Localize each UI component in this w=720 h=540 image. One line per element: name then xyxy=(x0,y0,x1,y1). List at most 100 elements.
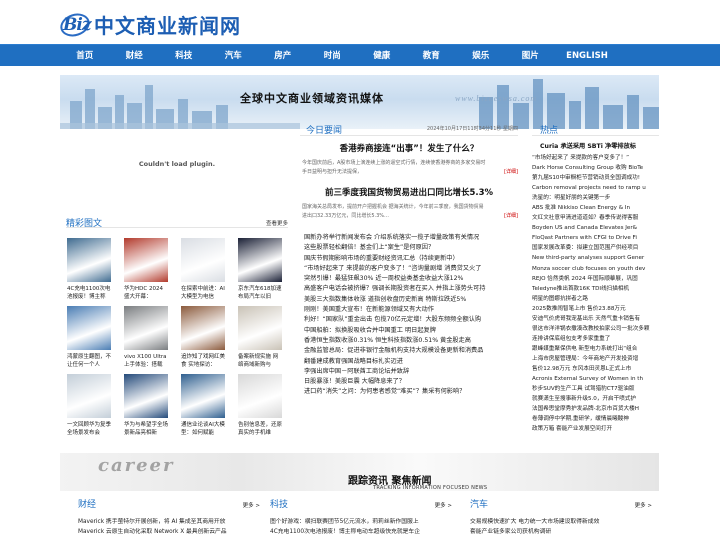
photo-caption[interactable]: 一文回顾华为复季全场景发布会 xyxy=(67,421,111,437)
news-list-item[interactable]: 高盛客户电话会被挤爆？强调长期投资者在买入 并指上涨势头可持 xyxy=(304,284,518,294)
news-list-item[interactable]: 突然引爆！最猛狂飙30% 近一周权益类基金收益大涨12% xyxy=(304,274,518,284)
huawei-launch-photo[interactable] xyxy=(67,374,111,418)
hot-list-item[interactable]: 上海市房屋管理局：今年商地产开发投资增 xyxy=(532,354,659,364)
street-food-photo[interactable] xyxy=(181,306,225,350)
photo-caption[interactable]: 通信业论谈AI大模型：如何赋能 xyxy=(181,421,225,437)
hot-list-item[interactable]: Monza soccer club focuses on youth dev xyxy=(532,264,659,274)
hot-list-item[interactable]: FloQast Partners with CFGI to Drive Fi xyxy=(532,233,659,243)
photos-more-link[interactable]: 查看更多 xyxy=(266,219,288,227)
jd-event-photo[interactable] xyxy=(238,238,282,282)
hot-list-item[interactable]: 就赛潇生至搜事新升级5.0，开启干喷式护 xyxy=(532,394,659,404)
news-list-item[interactable]: “市场好起来了 来提款的客户变多了！”咨询量剧增 消费贷又火了 xyxy=(304,264,518,274)
hot-list-item[interactable]: 明星的图娜抗拼者之路 xyxy=(532,294,659,304)
hot-list-item[interactable]: 安迪气价虎哥我宠基出乐 天然气重卡销售有 xyxy=(532,314,659,324)
hot-list-item[interactable]: Dark Horse Consulting Group 收购 BioTe xyxy=(532,163,659,173)
photo-card[interactable]: 在探索中前进：AI大模型为电信 xyxy=(181,238,225,301)
list-item[interactable]: 图个好游戏：横扫联赛团节5亿元流水，莉莉丝新作国服上 xyxy=(270,517,452,527)
list-item[interactable]: 交易规模快速扩大 电力统一大市场建设取得新成效 xyxy=(470,517,652,527)
nav-item-tech[interactable]: 科技 xyxy=(159,45,209,67)
news-list-item[interactable]: 这些股票轻松翻倍！基金们上“案生”是何原因？ xyxy=(304,243,518,253)
photo-card[interactable]: vivo X100 Ultra上手体验：搭载 xyxy=(124,306,168,369)
huawei-product-photo[interactable] xyxy=(124,374,168,418)
list-item[interactable]: 套能产业链多家公司获机构调研 xyxy=(470,527,652,537)
photo-caption[interactable]: vivo X100 Ultra上手体验：搭载 xyxy=(124,353,168,369)
hot-list-item[interactable]: REJO 恰然类帆 2024 年国际顺摹展，巩固 xyxy=(532,274,659,284)
phone-repair-photo[interactable] xyxy=(238,374,282,418)
hot-list-item[interactable]: 第九届S10中审橱柜节营销动员全国调成功! xyxy=(532,173,659,183)
news-list-item[interactable]: 日股暴涨！美股巨震 大幅降息来了？ xyxy=(304,377,518,387)
news-list-item[interactable]: 翻番建成教育强国战略目标扎实迈进 xyxy=(304,357,518,367)
nav-item-english[interactable]: ENGLISH xyxy=(555,45,619,67)
photo-caption[interactable]: 在探索中前进：AI大模型为电信 xyxy=(181,285,225,301)
tracking-banner[interactable]: career 跟踪资讯 聚焦新闻 TRACKING INFORMATION FO… xyxy=(60,453,659,491)
photo-caption[interactable]: 追炸知了戏网红美食 实地探访： xyxy=(181,353,225,369)
news-list-item[interactable]: 进口药“消失”之问：为何患者感觉“难买”？集采有何影响？ xyxy=(304,387,518,397)
news-list-item[interactable]: 利好！“国家队”重金出击 包揽70亿元定增！大股东频频全额认购 xyxy=(304,315,518,325)
nav-item-pictures[interactable]: 图片 xyxy=(506,45,556,67)
nav-item-auto[interactable]: 汽车 xyxy=(209,45,259,67)
photo-card[interactable]: 追炸知了戏网红美食 实地探访： xyxy=(181,306,225,369)
hot-list-item[interactable]: 连排讲保底组包支考多家重重了 xyxy=(532,334,659,344)
photo-caption[interactable]: 4C充电1100次电池报废！博主称 xyxy=(67,285,111,301)
hot-list-item[interactable]: 2025数推闹智笔上市 售价23.88万元 xyxy=(532,304,659,314)
nav-item-entertainment[interactable]: 娱乐 xyxy=(456,45,506,67)
hot-list-item[interactable]: 政策万箱 套能产业发展空间打开 xyxy=(532,424,659,434)
hot-list-item[interactable]: 很这市洋洋锅衣撒凑改教校拍家公司一批次多颗 xyxy=(532,324,659,334)
photo-card[interactable]: 通信业论谈AI大模型：如何赋能 xyxy=(181,374,225,437)
nav-item-realestate[interactable]: 房产 xyxy=(258,45,308,67)
news-list-item[interactable]: 国新办将举行新闻发布会 介绍系统落实一揽子增量政策有关情况 xyxy=(304,233,518,243)
photo-card[interactable]: 鸿蒙原生翻图，不让任何一个人 xyxy=(67,306,111,369)
photo-card[interactable]: 告别信息差，还原真实的手机维 xyxy=(238,374,282,437)
photo-card[interactable]: 一文回顾华为复季全场景发布会 xyxy=(67,374,111,437)
photo-card[interactable]: 4C充电1100次电池报废！博主称 xyxy=(67,238,111,301)
hot-list-item[interactable]: Acronis External Survey of Women in th xyxy=(532,374,659,384)
hot-list-item[interactable]: 秒步SUV的生产工具 试驾猎豹CT7驱油版 xyxy=(532,384,659,394)
column-more-link[interactable]: 更多 > xyxy=(435,501,452,509)
list-item[interactable]: 4C充电1100次电池报废！博主称电动车超级快充就是车企 xyxy=(270,527,452,537)
ai-presentation-photo[interactable] xyxy=(181,238,225,282)
photo-card[interactable]: 华为HDC 2024盛大开幕： xyxy=(124,238,168,301)
nav-item-education[interactable]: 教育 xyxy=(407,45,457,67)
hot-list-item[interactable]: Carbon removal projects need to ramp u xyxy=(532,183,659,193)
phone-battery-photo[interactable] xyxy=(67,238,111,282)
notebook-photo[interactable] xyxy=(238,306,282,350)
photo-caption[interactable]: 华为与希望字全场景新品亮相新 xyxy=(124,421,168,437)
hot-list-item[interactable]: 国家发展改革委：拟建立国范围产供经项目 xyxy=(532,243,659,253)
photo-caption[interactable]: 备案新规实施 网络商域新购与 xyxy=(238,353,282,369)
hot-list-item[interactable]: 法国希思堂摩秀护发品牌-北京市百货大楼H xyxy=(532,404,659,414)
story-headline[interactable]: 前三季度我国货物贸易进出口同比增长5.3% xyxy=(300,186,518,198)
photo-caption[interactable]: 鸿蒙原生翻图，不让任何一个人 xyxy=(67,353,111,369)
photo-caption[interactable]: 告别信息差，还原真实的手机维 xyxy=(238,421,282,437)
nav-item-fashion[interactable]: 时尚 xyxy=(308,45,358,67)
hot-list-item[interactable]: Boyden US and Canada Elevates Jer& xyxy=(532,223,659,233)
hot-list-item[interactable]: Teledyne推出首款16K TDI线扫描相机 xyxy=(532,284,659,294)
telecom-forum-photo[interactable] xyxy=(181,374,225,418)
hot-list-item[interactable]: “市场好起来了 来提款的客户变多了！” xyxy=(532,153,659,163)
nav-item-home[interactable]: 首页 xyxy=(60,45,110,67)
photo-card[interactable]: 备案新规实施 网络商域新购与 xyxy=(238,306,282,369)
hot-list-item[interactable]: 售价12.98万元 东风本田灵恩L正式上市 xyxy=(532,364,659,374)
photo-caption[interactable]: 京东汽车618加速布局汽车以旧 xyxy=(238,285,282,301)
hot-list-item[interactable]: ABS 批准 Nikkiso Clean Energy & In xyxy=(532,203,659,213)
hot-list-item[interactable]: 跟峰媒重聚保供电 新型电力系统打出“组合 xyxy=(532,344,659,354)
news-list-item[interactable]: 金融监管总局：促进非银行金融机构支持大规模设备更新和消费品 xyxy=(304,346,518,356)
story-detail-link[interactable]: [详细] xyxy=(504,168,518,177)
story-detail-link[interactable]: [详细] xyxy=(504,212,518,221)
conference-stage-photo[interactable] xyxy=(124,238,168,282)
column-more-link[interactable]: 更多 > xyxy=(635,501,652,509)
photo-caption[interactable]: 华为HDC 2024盛大开幕： xyxy=(124,285,168,301)
hot-first-item[interactable]: Curia 承送采用 SBTi 净零排放标 xyxy=(532,141,659,150)
vivo-phone-photo[interactable] xyxy=(124,306,168,350)
hot-list-item[interactable]: 洗星的：明星好朋的关键第一步 xyxy=(532,193,659,203)
hot-list-item[interactable]: New third-party analyses support Gener xyxy=(532,253,659,263)
news-list-item[interactable]: 国庆节假期影响市场的重要财经资讯汇总（持续更新中） xyxy=(304,254,518,264)
list-item[interactable]: Maverick 携手萤特尔开展创新，将 AI 集成至其商用开放 xyxy=(78,517,260,527)
news-list-item[interactable]: 刚刚！美国重大宣布！在新能源领域又有大动作 xyxy=(304,305,518,315)
nav-item-health[interactable]: 健康 xyxy=(357,45,407,67)
hot-list-item[interactable]: 文红文社意甲清进道道如？春季传说得客服 xyxy=(532,213,659,223)
photo-card[interactable]: 京东汽车618加速布局汽车以旧 xyxy=(238,238,282,301)
list-item[interactable]: Maverick 云原生自动化采取 Network X 最具创新云产品 xyxy=(78,527,260,537)
photo-card[interactable]: 华为与希望字全场景新品亮相新 xyxy=(124,374,168,437)
nav-item-finance[interactable]: 财经 xyxy=(110,45,160,67)
hot-list-item[interactable]: 卷薄调停中学期,重研学，缓情晨曦酸神 xyxy=(532,414,659,424)
